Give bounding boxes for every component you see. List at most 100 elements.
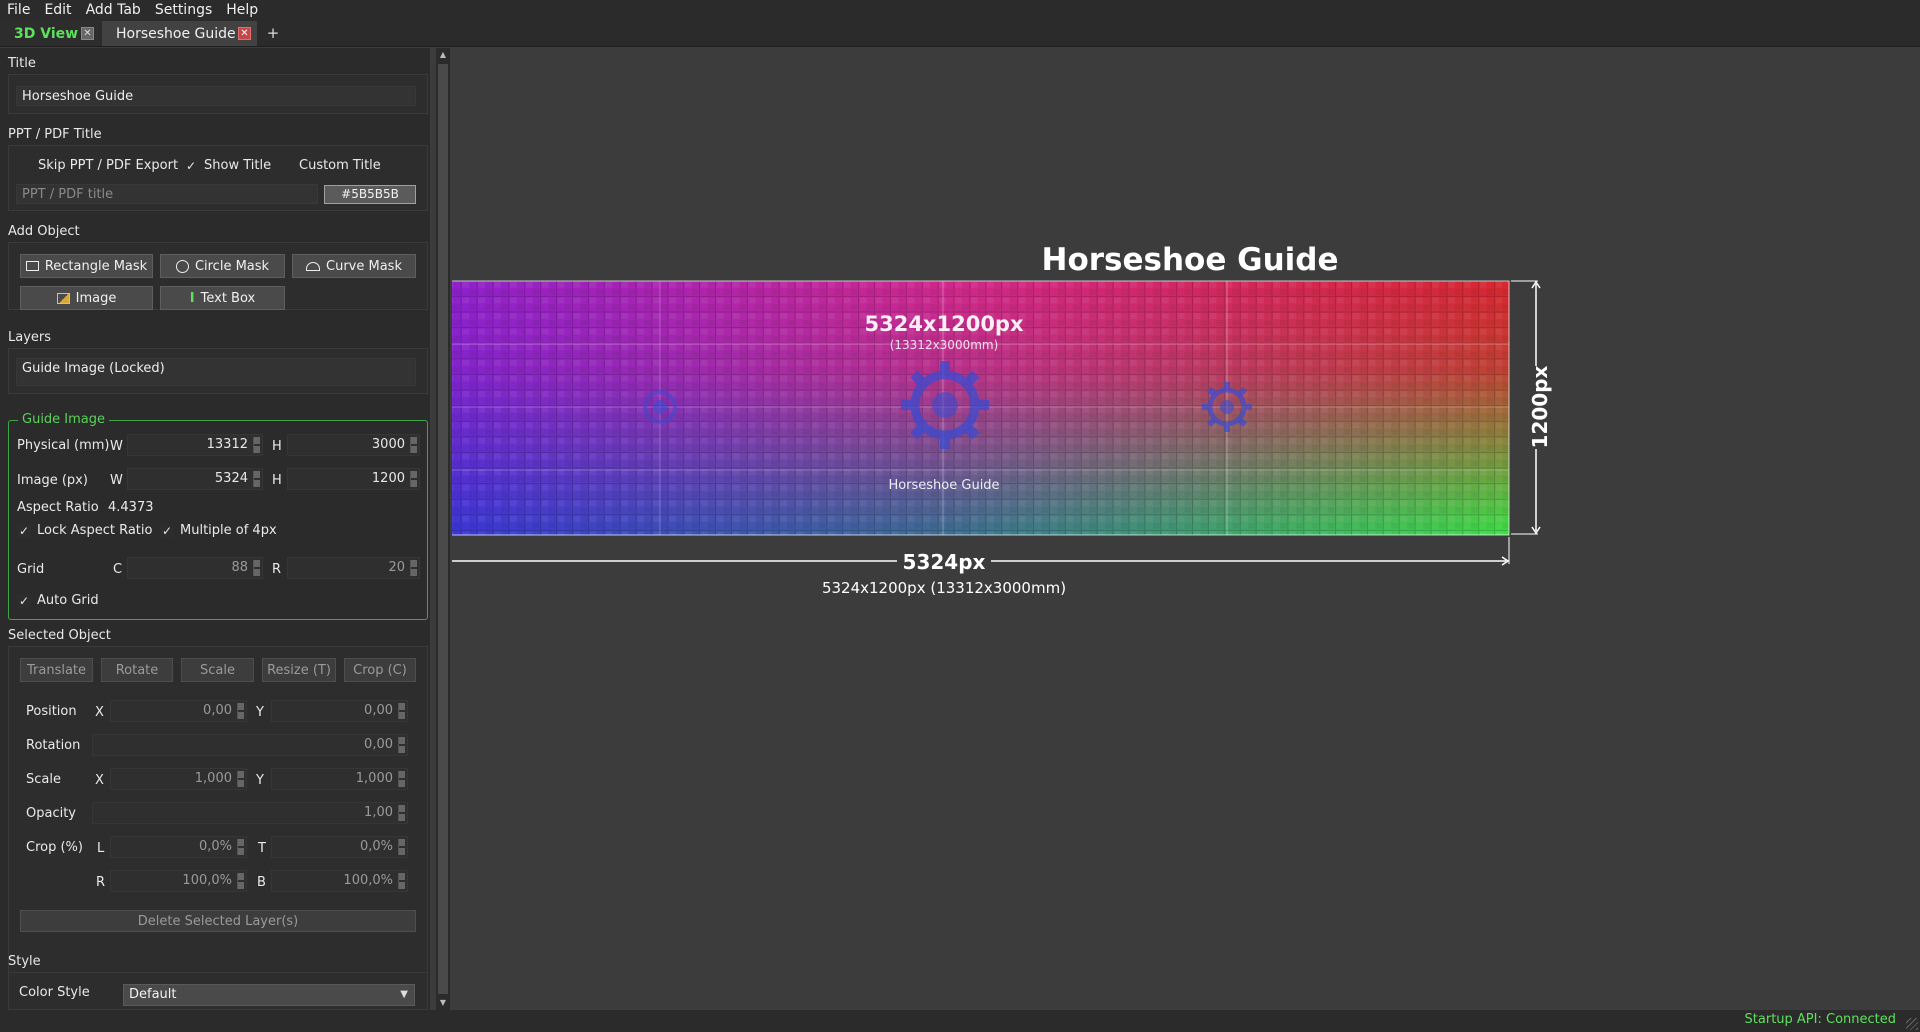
height-dimension-label: 1200px xyxy=(1528,365,1552,448)
panel-scrollbar[interactable]: ▲ ▼ xyxy=(436,48,450,1010)
scale-x-input[interactable]: 1,000 xyxy=(110,768,247,790)
ppt-heading: PPT / PDF Title xyxy=(8,127,102,142)
image-px-label: Image (px) xyxy=(17,473,88,488)
rotation-input[interactable]: 0,00 xyxy=(92,734,408,756)
scroll-down-arrow-icon[interactable]: ▼ xyxy=(436,996,450,1010)
canvas-drawing: Horseshoe Guide 5324x1200px (13312x3000m… xyxy=(452,48,1552,597)
circle-mask-button[interactable]: Circle Mask xyxy=(160,254,285,278)
size-summary-label: 5324x1200px (13312x3000mm) xyxy=(822,579,1066,597)
physical-h-label: H xyxy=(272,439,282,454)
aspect-ratio-value: 4.4373 xyxy=(108,500,154,515)
opacity-label: Opacity xyxy=(26,806,77,821)
pos-x-label: X xyxy=(95,705,104,720)
checkmark-icon: ✓ xyxy=(160,523,174,538)
center-size-label: 5324x1200px xyxy=(864,312,1023,336)
translate-button[interactable]: Translate xyxy=(20,658,93,682)
color-style-select[interactable]: Default ▼ xyxy=(123,984,415,1006)
multiple-4px-checkbox[interactable]: ✓ Multiple of 4px xyxy=(160,523,277,538)
curve-icon xyxy=(306,261,321,271)
scale-button[interactable]: Scale xyxy=(181,658,254,682)
tab-label: 3D View xyxy=(14,25,79,42)
custom-title-checkbox[interactable]: Custom Title xyxy=(279,158,381,173)
resize-button[interactable]: Resize (T) xyxy=(262,658,336,682)
menu-file[interactable]: File xyxy=(0,0,37,20)
physical-height-input[interactable]: 3000 xyxy=(287,434,420,456)
delete-layers-button[interactable]: Delete Selected Layer(s) xyxy=(20,910,416,932)
checkmark-icon: ✓ xyxy=(17,523,31,538)
scroll-up-arrow-icon[interactable]: ▲ xyxy=(436,48,450,62)
crop-label: Crop (%) xyxy=(26,840,83,855)
show-title-checkbox[interactable]: ✓ Show Title xyxy=(184,158,271,173)
guide-canvas[interactable]: Horseshoe Guide 5324x1200px (13312x3000m… xyxy=(452,48,1920,1010)
rectangle-mask-button[interactable]: Rectangle Mask xyxy=(20,254,153,278)
menu-settings[interactable]: Settings xyxy=(148,0,219,20)
scrollbar-thumb[interactable] xyxy=(438,64,448,994)
crop-top-input[interactable]: 0,0% xyxy=(271,836,408,858)
layers-heading: Layers xyxy=(8,330,52,345)
rotation-label: Rotation xyxy=(26,738,81,753)
title-color-swatch[interactable]: #5B5B5B xyxy=(324,185,416,204)
grid-columns-input[interactable]: 88 xyxy=(127,557,263,579)
text-cursor-icon: I xyxy=(189,290,195,306)
crop-bottom-input[interactable]: 100,0% xyxy=(271,870,408,892)
crop-r-label: R xyxy=(96,875,106,890)
checkbox-unchecked-icon xyxy=(279,158,293,173)
canvas-title: Horseshoe Guide xyxy=(1042,242,1339,278)
grid-r-label: R xyxy=(272,562,282,577)
crop-left-input[interactable]: 0,0% xyxy=(110,836,247,858)
menu-add-tab[interactable]: Add Tab xyxy=(79,0,148,20)
position-y-input[interactable]: 0,00 xyxy=(271,700,408,722)
guide-image-legend: Guide Image xyxy=(18,412,110,427)
tab-horseshoe-guide[interactable]: Horseshoe Guide ✕ xyxy=(102,21,257,46)
lock-aspect-checkbox[interactable]: ✓ Lock Aspect Ratio xyxy=(17,523,152,538)
checkbox-unchecked-icon xyxy=(18,158,32,173)
grid-c-label: C xyxy=(113,562,123,577)
image-h-label: H xyxy=(272,473,282,488)
crop-right-input[interactable]: 100,0% xyxy=(110,870,247,892)
ppt-title-input[interactable]: PPT / PDF title xyxy=(16,184,318,204)
physical-width-input[interactable]: 13312 xyxy=(127,434,263,456)
add-tab-button[interactable]: + xyxy=(259,21,287,46)
scale-y-input[interactable]: 1,000 xyxy=(271,768,408,790)
guide-image xyxy=(452,48,453,49)
position-x-input[interactable]: 0,00 xyxy=(110,700,247,722)
menu-help[interactable]: Help xyxy=(219,0,265,20)
center-mm-label: (13312x3000mm) xyxy=(890,338,999,352)
resize-grip-icon[interactable] xyxy=(1906,1018,1918,1030)
close-icon[interactable]: ✕ xyxy=(238,27,251,40)
circle-icon xyxy=(175,259,189,273)
selected-object-heading: Selected Object xyxy=(8,628,111,643)
image-height-input[interactable]: 1200 xyxy=(287,468,420,490)
color-style-label: Color Style xyxy=(19,985,90,1000)
close-icon[interactable]: ✕ xyxy=(81,27,94,40)
guide-bottom-label: Horseshoe Guide xyxy=(888,478,999,493)
opacity-input[interactable]: 1,00 xyxy=(92,802,408,824)
layer-item[interactable]: Guide Image (Locked) xyxy=(16,358,416,386)
menu-bar: File Edit Add Tab Settings Help xyxy=(0,0,1920,20)
skip-export-checkbox[interactable]: Skip PPT / PDF Export xyxy=(18,158,178,173)
text-box-button[interactable]: I Text Box xyxy=(160,286,285,310)
menu-edit[interactable]: Edit xyxy=(37,0,78,20)
rotate-button[interactable]: Rotate xyxy=(101,658,173,682)
tab-3d-view[interactable]: 3D View ✕ xyxy=(0,21,100,46)
aspect-ratio-label: Aspect Ratio xyxy=(17,500,99,515)
chevron-down-icon: ▼ xyxy=(400,989,408,1000)
tab-bar: 3D View ✕ Horseshoe Guide ✕ + xyxy=(0,20,1920,47)
width-dimension-label: 5324px xyxy=(903,550,986,574)
image-button[interactable]: Image xyxy=(20,286,153,310)
title-input[interactable]: Horseshoe Guide xyxy=(16,86,416,106)
position-label: Position xyxy=(26,704,77,719)
image-width-input[interactable]: 5324 xyxy=(127,468,263,490)
crop-l-label: L xyxy=(97,841,105,856)
api-status: Startup API: Connected xyxy=(1744,1012,1896,1027)
grid-rows-input[interactable]: 20 xyxy=(287,557,420,579)
crop-b-label: B xyxy=(257,875,266,890)
auto-grid-checkbox[interactable]: ✓ Auto Grid xyxy=(17,593,99,608)
properties-panel: Title Horseshoe Guide PPT / PDF Title Sk… xyxy=(0,48,430,1010)
crop-button[interactable]: Crop (C) xyxy=(344,658,416,682)
physical-w-label: W xyxy=(110,439,123,454)
curve-mask-button[interactable]: Curve Mask xyxy=(292,254,416,278)
image-w-label: W xyxy=(110,473,123,488)
title-heading: Title xyxy=(8,56,36,71)
style-heading: Style xyxy=(8,954,41,969)
